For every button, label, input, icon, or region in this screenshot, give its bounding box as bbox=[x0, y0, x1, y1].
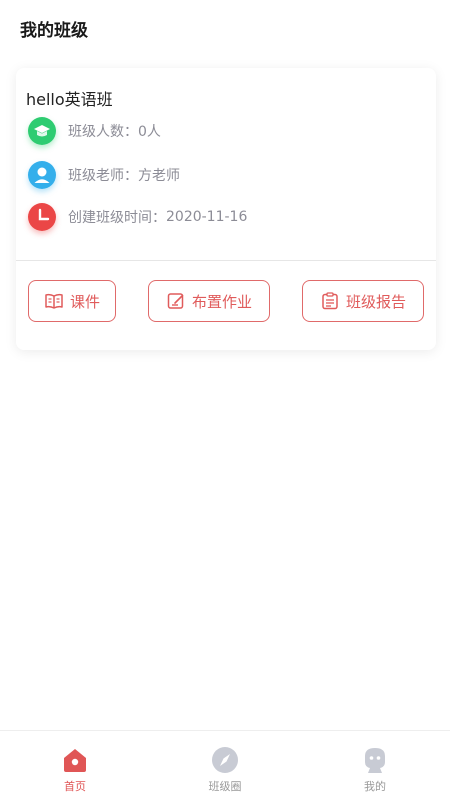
edit-icon bbox=[167, 293, 184, 309]
top-header: 我的班级 bbox=[0, 0, 450, 56]
teacher-value: 方老师 bbox=[138, 168, 180, 184]
profile-icon bbox=[365, 748, 385, 773]
bottom-tab-bar: 首页 班级圈 我的 bbox=[0, 730, 450, 800]
compass-icon bbox=[212, 747, 238, 773]
card-divider bbox=[16, 260, 436, 261]
member-count-row: 班级人数： 0人 bbox=[28, 116, 408, 146]
tab-home-label: 首页 bbox=[64, 780, 86, 793]
clock-icon bbox=[28, 203, 56, 231]
tab-mine-label: 我的 bbox=[364, 780, 386, 793]
teacher-label: 班级老师： bbox=[68, 168, 138, 184]
page-title: 我的班级 bbox=[20, 21, 88, 41]
courseware-button-label: 课件 bbox=[69, 292, 100, 311]
tab-mine[interactable]: 我的 bbox=[300, 731, 450, 800]
teacher-row: 班级老师： 方老师 bbox=[28, 160, 408, 190]
created-time-row: 创建班级时间： 2020-11-16 bbox=[28, 202, 408, 232]
assign-homework-button-label: 布置作业 bbox=[191, 292, 252, 311]
member-count-label: 班级人数： bbox=[68, 124, 138, 140]
tab-home[interactable]: 首页 bbox=[0, 731, 150, 800]
tab-class-circle-label: 班级圈 bbox=[208, 780, 242, 793]
created-time-label: 创建班级时间： bbox=[68, 210, 166, 226]
book-icon bbox=[45, 293, 63, 309]
assign-homework-button[interactable]: 布置作业 bbox=[148, 280, 270, 322]
teacher-avatar-icon bbox=[28, 161, 56, 189]
class-card[interactable]: hello英语班 班级人数： 0人 班级老师： 方老师 创建班级时间： 2020… bbox=[16, 68, 436, 350]
home-icon bbox=[64, 749, 86, 772]
courseware-button[interactable]: 课件 bbox=[28, 280, 116, 322]
member-count-value: 0人 bbox=[138, 124, 161, 140]
created-time-value: 2020-11-16 bbox=[166, 209, 248, 225]
clipboard-icon bbox=[322, 292, 338, 310]
tab-class-circle[interactable]: 班级圈 bbox=[150, 731, 300, 800]
graduation-cap-icon bbox=[28, 117, 56, 145]
class-report-button-label: 班级报告 bbox=[345, 292, 406, 311]
class-report-button[interactable]: 班级报告 bbox=[302, 280, 424, 322]
class-name: hello英语班 bbox=[26, 90, 113, 109]
